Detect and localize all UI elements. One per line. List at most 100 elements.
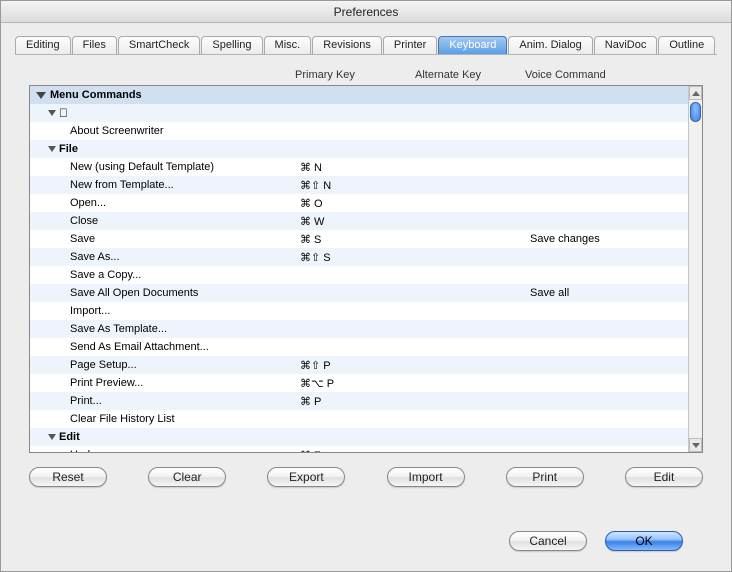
row-name: Save a Copy... (30, 269, 296, 281)
chevron-down-icon (48, 146, 56, 152)
tree-header[interactable]: Menu Commands (30, 86, 702, 104)
tab-anim-dialog[interactable]: Anim. Dialog (508, 36, 592, 54)
scroll-up-button[interactable] (689, 86, 702, 100)
tab-revisions[interactable]: Revisions (312, 36, 382, 54)
tab-keyboard[interactable]: Keyboard (438, 36, 507, 54)
row-primary: ⌘ P (296, 395, 416, 408)
col-name (29, 69, 295, 81)
row-primary: ⌘⌥ P (296, 377, 416, 390)
export-button[interactable]: Export (267, 467, 345, 487)
table-row[interactable]: Close ⌘ W (30, 212, 702, 230)
row-name: Edit (30, 431, 296, 443)
table-row[interactable]: Print Preview... ⌘⌥ P (30, 374, 702, 392)
action-buttons: Reset Clear Export Import Print Edit (29, 467, 703, 487)
dialog-buttons: Cancel OK (509, 531, 683, 551)
vertical-scrollbar[interactable] (688, 86, 702, 452)
row-label: Print Preview... (70, 377, 143, 389)
table-row[interactable]: Edit (30, 428, 702, 446)
table-row[interactable]: About Screenwriter (30, 122, 702, 140)
cancel-button[interactable]: Cancel (509, 531, 587, 551)
row-label: Save As... (70, 251, 120, 263)
row-label: Page Setup... (70, 359, 137, 371)
scroll-track[interactable] (689, 100, 702, 438)
tab-smartcheck[interactable]: SmartCheck (118, 36, 201, 54)
row-name: Save All Open Documents (30, 287, 296, 299)
table-row[interactable]: Save All Open Documents Save all (30, 284, 702, 302)
tab-files[interactable]: Files (72, 36, 117, 54)
col-primary: Primary Key (295, 69, 415, 81)
apple-icon:  (59, 106, 68, 120)
row-primary: ⌘ Z (296, 449, 416, 453)
row-primary: ⌘ S (296, 233, 416, 246)
chevron-down-icon (692, 443, 700, 448)
table-row[interactable]: File (30, 140, 702, 158)
table-row[interactable]: Import... (30, 302, 702, 320)
col-voice: Voice Command (525, 69, 677, 81)
row-label: Save (70, 233, 95, 245)
row-name: Send As Email Attachment... (30, 341, 296, 353)
table-row[interactable]: Save As Template... (30, 320, 702, 338)
row-label: Save As Template... (70, 323, 167, 335)
table-row[interactable]: Print... ⌘ P (30, 392, 702, 410)
edit-button[interactable]: Edit (625, 467, 703, 487)
row-label: Clear File History List (70, 413, 175, 425)
tree-header-label: Menu Commands (50, 89, 142, 101)
row-label: Open... (70, 197, 106, 209)
row-label: Save All Open Documents (70, 287, 198, 299)
row-name: File (30, 143, 296, 155)
row-label: Edit (59, 431, 80, 443)
print-button[interactable]: Print (506, 467, 584, 487)
row-primary: ⌘ N (296, 161, 416, 174)
table-row[interactable]: Open...⌘ O (30, 194, 702, 212)
row-label: Close (70, 215, 98, 227)
shortcut-tree: Menu Commands About Screenwriter File New… (29, 85, 703, 453)
row-name: Undo (30, 449, 296, 452)
chevron-down-icon (48, 434, 56, 440)
row-label: Import... (70, 305, 110, 317)
ok-button[interactable]: OK (605, 531, 683, 551)
row-label: About Screenwriter (70, 125, 164, 137)
scroll-thumb[interactable] (690, 102, 701, 122)
table-row[interactable]: Send As Email Attachment... (30, 338, 702, 356)
tab-editing[interactable]: Editing (15, 36, 71, 54)
chevron-down-icon (48, 110, 56, 116)
row-label: Save a Copy... (70, 269, 141, 281)
table-row[interactable]: Undo ⌘ Z (30, 446, 702, 452)
import-button[interactable]: Import (387, 467, 465, 487)
row-name: Import... (30, 305, 296, 317)
tab-printer[interactable]: Printer (383, 36, 437, 54)
chevron-down-icon (36, 92, 46, 99)
row-label: Send As Email Attachment... (70, 341, 209, 353)
row-name: Save (30, 233, 296, 245)
table-row[interactable]:  (30, 104, 702, 122)
row-label: New (using Default Template) (70, 161, 214, 173)
tree-body: About Screenwriter File New (using Defaul… (30, 104, 702, 452)
row-label: Undo (70, 449, 96, 452)
table-row[interactable]: Save As...⌘⇧ S (30, 248, 702, 266)
row-label: Print... (70, 395, 102, 407)
row-name: Clear File History List (30, 413, 296, 425)
row-voice: Save all (526, 287, 702, 299)
tab-navidoc[interactable]: NaviDoc (594, 36, 658, 54)
row-name: New from Template... (30, 179, 296, 191)
row-primary: ⌘ W (296, 215, 416, 228)
table-row[interactable]: Save a Copy... (30, 266, 702, 284)
tab-outline[interactable]: Outline (658, 36, 715, 54)
row-name: Page Setup... (30, 359, 296, 371)
table-row[interactable]: Clear File History List (30, 410, 702, 428)
tab-spelling[interactable]: Spelling (201, 36, 262, 54)
table-row[interactable]: New (using Default Template) ⌘ N (30, 158, 702, 176)
table-row[interactable]: New from Template... ⌘⇧ N (30, 176, 702, 194)
reset-button[interactable]: Reset (29, 467, 107, 487)
col-alternate: Alternate Key (415, 69, 525, 81)
table-row[interactable]: Page Setup...⌘⇧ P (30, 356, 702, 374)
row-name: Save As Template... (30, 323, 296, 335)
row-label: New from Template... (70, 179, 174, 191)
table-row[interactable]: Save⌘ SSave changes (30, 230, 702, 248)
row-name: Print... (30, 395, 296, 407)
row-primary: ⌘⇧ N (296, 179, 416, 192)
tab-misc-[interactable]: Misc. (264, 36, 312, 54)
clear-button[interactable]: Clear (148, 467, 226, 487)
row-name: Save As... (30, 251, 296, 263)
scroll-down-button[interactable] (689, 438, 702, 452)
